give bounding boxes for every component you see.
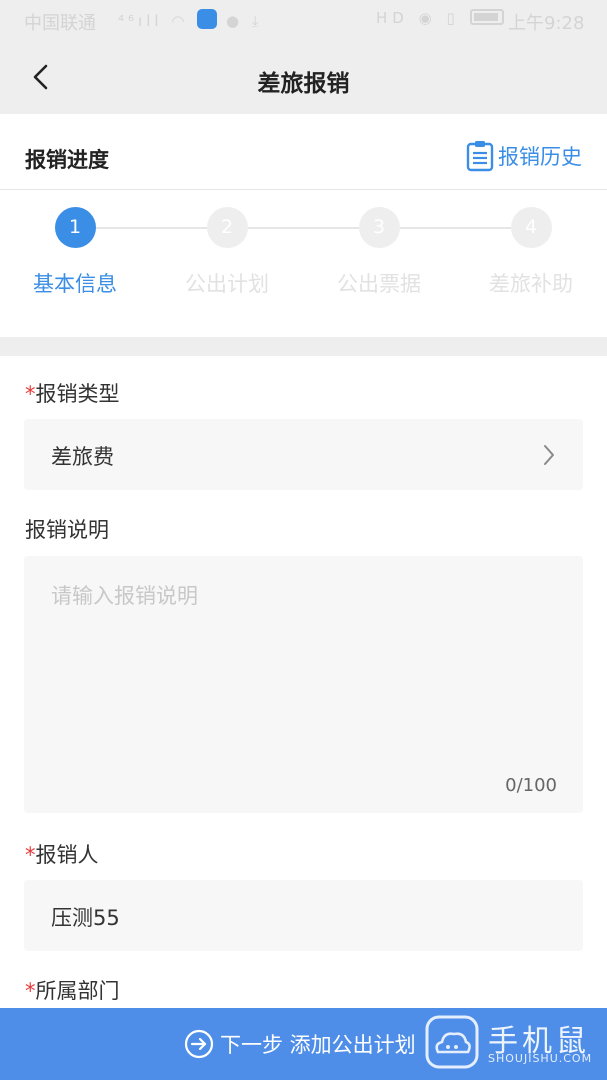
char-counter: 0/100 xyxy=(505,775,557,796)
chevron-right-icon xyxy=(544,445,554,465)
person-label: *报销人 xyxy=(25,839,99,869)
download-icon: ⤓ xyxy=(251,12,263,30)
person-label-text: 报销人 xyxy=(35,843,99,867)
required-mark: * xyxy=(25,979,36,1003)
person-field[interactable]: 压测55 xyxy=(24,880,583,951)
section-divider xyxy=(0,337,607,356)
step-label: 公出计划 xyxy=(185,272,269,296)
step-indicator: 1 基本信息 2 公出计划 3 公出票据 4 差旅补助 xyxy=(0,191,607,337)
required-mark: * xyxy=(25,843,36,867)
step-3: 3 公出票据 xyxy=(304,207,454,298)
hd-icon: HD xyxy=(376,9,409,27)
next-step-label: 下一步 添加公出计划 xyxy=(220,1033,416,1057)
step-4: 4 差旅补助 xyxy=(456,207,606,298)
type-label-text: 报销类型 xyxy=(35,382,120,406)
status-bar: 中国联通 ⁴⁶ıll ◠ ● ⤓ HD ◉ ▯ 上午9:28 xyxy=(0,0,607,42)
type-label: *报销类型 xyxy=(25,378,120,408)
person-value: 压测55 xyxy=(51,906,120,930)
required-mark: * xyxy=(25,382,36,406)
history-label: 报销历史 xyxy=(498,145,582,169)
step-number: 4 xyxy=(510,207,552,248)
history-button[interactable]: 报销历史 xyxy=(466,140,582,172)
step-label: 差旅补助 xyxy=(489,272,573,296)
signal-icon: ⁴⁶ıll xyxy=(118,12,163,30)
step-2: 2 公出计划 xyxy=(152,207,302,298)
step-number: 2 xyxy=(206,207,248,248)
next-step-content: 下一步 添加公出计划 xyxy=(184,1029,416,1059)
step-number: 3 xyxy=(358,207,400,248)
step-1: 1 基本信息 xyxy=(0,207,150,298)
watermark: 手机鼠 SHOUJISHU.COM xyxy=(424,1008,607,1080)
status-icons-right: HD ◉ ▯ xyxy=(376,9,504,27)
clipboard-list-icon xyxy=(466,141,494,172)
page-title: 差旅报销 xyxy=(257,71,350,97)
desc-textarea[interactable]: 请输入报销说明 0/100 xyxy=(24,556,583,813)
step-label: 公出票据 xyxy=(337,272,421,296)
step-number: 1 xyxy=(54,207,96,248)
progress-label: 报销进度 xyxy=(25,148,109,172)
vibrate-icon: ▯ xyxy=(446,9,460,27)
desc-label: 报销说明 xyxy=(25,518,109,542)
dept-label-text: 所属部门 xyxy=(35,979,120,1003)
type-value: 差旅费 xyxy=(51,445,114,469)
status-icons-left: ⁴⁶ıll ◠ ● ⤓ xyxy=(118,9,262,30)
battery-icon xyxy=(469,9,504,25)
arrow-right-circle-icon xyxy=(184,1029,214,1059)
step-label: 基本信息 xyxy=(33,272,117,296)
eye-icon: ◉ xyxy=(418,9,437,27)
type-select[interactable]: 差旅费 xyxy=(24,419,583,490)
cloud-logo-icon xyxy=(425,1015,479,1069)
chat-icon: ● xyxy=(225,12,244,30)
nav-bar: 差旅报销 xyxy=(0,42,607,114)
desc-placeholder: 请输入报销说明 xyxy=(51,584,198,608)
dept-label: *所属部门 xyxy=(25,975,120,1005)
status-time: 上午9:28 xyxy=(508,13,585,34)
carrier-name: 中国联通 xyxy=(24,13,96,34)
progress-header: 报销进度 报销历史 xyxy=(0,114,607,190)
app-badge-icon xyxy=(197,9,218,29)
wifi-icon: ◠ xyxy=(171,12,189,30)
watermark-subtitle: SHOUJISHU.COM xyxy=(488,1052,593,1065)
